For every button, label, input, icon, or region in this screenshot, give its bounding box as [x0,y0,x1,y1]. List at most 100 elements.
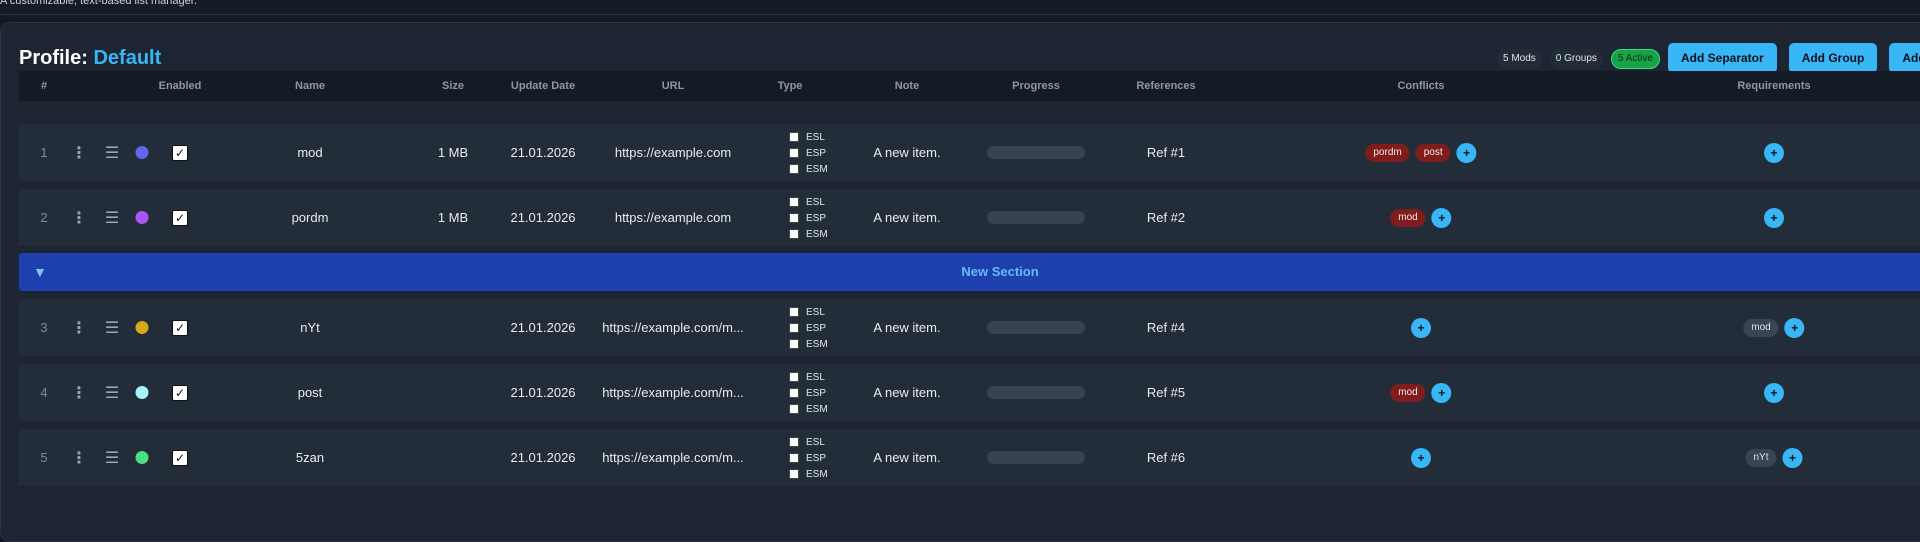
add-conflict-button[interactable]: + [1411,317,1431,338]
drag-handle-icon[interactable]: ☰ [105,429,119,486]
type-option-esl[interactable]: ESL [789,369,828,385]
column-header-note[interactable]: Note [895,71,919,101]
drag-handle-icon[interactable]: ☰ [105,364,119,421]
mod-name[interactable]: pordm [292,189,329,246]
collapse-icon[interactable]: ▼ [33,253,47,291]
reference[interactable]: Ref #2 [1147,189,1185,246]
mod-note[interactable]: A new item. [873,189,940,246]
kebab-menu-icon[interactable]: ⋮ [71,189,87,246]
color-dot[interactable] [135,299,149,356]
mod-url[interactable]: https://example.com/m... [602,299,744,356]
column-header-number[interactable]: # [41,71,47,101]
mod-url[interactable]: https://example.com/m... [602,364,744,421]
esp-checkbox[interactable] [789,388,799,398]
drag-handle-icon[interactable]: ☰ [105,299,119,356]
add-separator-button[interactable]: Add Separator [1668,43,1777,73]
mod-note[interactable]: A new item. [873,124,940,181]
column-header-update-date[interactable]: Update Date [511,71,575,101]
add-group-button[interactable]: Add Group [1788,43,1878,73]
kebab-menu-icon[interactable]: ⋮ [71,124,87,181]
type-option-esp[interactable]: ESP [789,320,828,336]
conflict-tag[interactable]: pordm [1365,143,1410,162]
esp-checkbox[interactable] [789,453,799,463]
conflict-tag[interactable]: post [1415,143,1451,162]
reference[interactable]: Ref #4 [1147,299,1185,356]
mod-url[interactable]: https://example.com [615,124,731,181]
mod-name[interactable]: post [298,364,323,421]
mod-name[interactable]: nYt [300,299,320,356]
section-separator[interactable]: ▼ New Section [19,253,1920,291]
add-requirement-button[interactable]: + [1782,447,1803,468]
enabled-checkbox[interactable]: ✓ [172,364,188,421]
enabled-checkbox[interactable]: ✓ [172,429,188,486]
enabled-checkbox[interactable]: ✓ [172,299,188,356]
kebab-menu-icon[interactable]: ⋮ [71,429,87,486]
enabled-checkbox[interactable]: ✓ [172,189,188,246]
enabled-checkbox[interactable]: ✓ [172,124,188,181]
table-row[interactable]: 5 ⋮ ☰ ✓ 5zan 21.01.2026 https://example.… [19,429,1920,486]
mod-url[interactable]: https://example.com/m... [602,429,744,486]
column-header-type[interactable]: Type [778,71,803,101]
table-row[interactable]: 1 ⋮ ☰ ✓ mod 1 MB 21.01.2026 https://exam… [19,124,1920,181]
requirement-tag[interactable]: nYt [1745,448,1777,467]
type-option-esl[interactable]: ESL [789,304,828,320]
requirement-tag[interactable]: mod [1743,318,1779,337]
esl-checkbox[interactable] [789,197,799,207]
type-option-esl[interactable]: ESL [789,434,828,450]
section-label[interactable]: New Section [961,253,1038,291]
type-option-esm[interactable]: ESM [789,161,828,177]
table-row[interactable]: 4 ⋮ ☰ ✓ post 21.01.2026 https://example.… [19,364,1920,421]
reference[interactable]: Ref #6 [1147,429,1185,486]
drag-handle-icon[interactable]: ☰ [105,189,119,246]
mod-name[interactable]: mod [297,124,322,181]
esl-checkbox[interactable] [789,307,799,317]
type-option-esm[interactable]: ESM [789,336,828,352]
column-header-progress[interactable]: Progress [1012,71,1060,101]
type-option-esl[interactable]: ESL [789,129,828,145]
type-option-esp[interactable]: ESP [789,210,828,226]
column-header-url[interactable]: URL [662,71,685,101]
add-requirement-button[interactable]: + [1764,207,1784,228]
column-header-requirements[interactable]: Requirements [1737,71,1810,101]
kebab-menu-icon[interactable]: ⋮ [71,364,87,421]
esp-checkbox[interactable] [789,148,799,158]
conflict-tag[interactable]: mod [1390,383,1426,402]
mod-url[interactable]: https://example.com [615,189,731,246]
add-requirement-button[interactable]: + [1784,317,1805,338]
add-requirement-button[interactable]: + [1764,382,1784,403]
esp-checkbox[interactable] [789,323,799,333]
add-conflict-button[interactable]: + [1456,142,1477,163]
profile-name[interactable]: Default [93,47,161,69]
color-dot[interactable] [135,189,149,246]
table-row[interactable]: 2 ⋮ ☰ ✓ pordm 1 MB 21.01.2026 https://ex… [19,189,1920,246]
color-dot[interactable] [135,364,149,421]
type-option-esp[interactable]: ESP [789,385,828,401]
type-option-esp[interactable]: ESP [789,145,828,161]
conflict-tag[interactable]: mod [1390,208,1426,227]
mod-note[interactable]: A new item. [873,364,940,421]
reference[interactable]: Ref #1 [1147,124,1185,181]
drag-handle-icon[interactable]: ☰ [105,124,119,181]
color-dot[interactable] [135,124,149,181]
column-header-name[interactable]: Name [295,71,325,101]
esl-checkbox[interactable] [789,132,799,142]
color-dot[interactable] [135,429,149,486]
add-conflict-button[interactable]: + [1431,382,1452,403]
type-option-esm[interactable]: ESM [789,226,828,242]
mod-note[interactable]: A new item. [873,299,940,356]
esm-checkbox[interactable] [789,404,799,414]
esm-checkbox[interactable] [789,469,799,479]
type-option-esp[interactable]: ESP [789,450,828,466]
reference[interactable]: Ref #5 [1147,364,1185,421]
column-header-size[interactable]: Size [442,71,464,101]
type-option-esm[interactable]: ESM [789,401,828,417]
column-header-enabled[interactable]: Enabled [159,71,202,101]
type-option-esl[interactable]: ESL [789,194,828,210]
column-header-references[interactable]: References [1136,71,1195,101]
mod-name[interactable]: 5zan [296,429,324,486]
table-row[interactable]: 3 ⋮ ☰ ✓ nYt 21.01.2026 https://example.c… [19,299,1920,356]
add-mod-button[interactable]: Add [1889,43,1920,73]
esl-checkbox[interactable] [789,437,799,447]
esm-checkbox[interactable] [789,229,799,239]
add-requirement-button[interactable]: + [1764,142,1784,163]
